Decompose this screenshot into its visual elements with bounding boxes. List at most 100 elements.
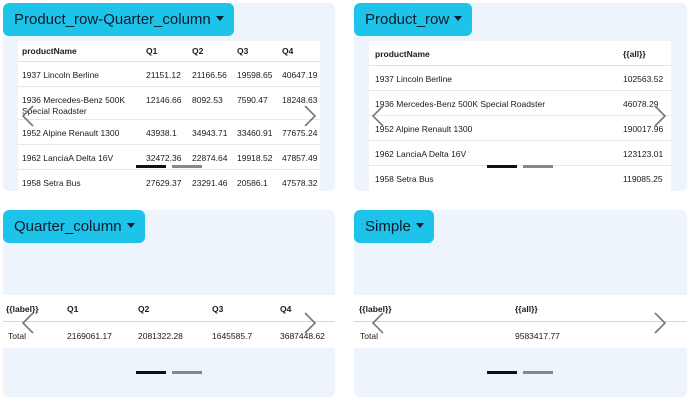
chevron-right-icon[interactable] (303, 312, 317, 334)
data-table: {{label}} Q1 Q2 Q3 Q4 Total 2169061.17 2… (3, 295, 335, 348)
caret-down-icon (454, 15, 463, 21)
chevron-left-icon[interactable] (21, 312, 35, 334)
table-cell: 102563.52 (623, 74, 664, 84)
layout-dropdown[interactable]: Quarter_column (3, 210, 145, 243)
chevron-right-icon[interactable] (303, 105, 317, 127)
table-cell: 1937 Lincoln Berline (22, 70, 100, 80)
table-cell: 119085.25 (623, 174, 663, 184)
table-cell: 12146.66 (146, 95, 182, 105)
table-cell: 23291.46 (192, 178, 228, 188)
column-header: {{all}} (515, 304, 538, 314)
table-header: {{label}} {{all}} (354, 295, 687, 322)
table-cell: 33460.91 (237, 128, 273, 138)
dropdown-label: Product_row (365, 11, 450, 28)
column-header: productName (375, 49, 430, 59)
table-cell: 34943.71 (192, 128, 228, 138)
table-cell: 21151.12 (146, 70, 181, 80)
dropdown-label: Quarter_column (14, 218, 122, 235)
caret-down-icon (126, 222, 135, 228)
layout-dropdown[interactable]: Simple (354, 210, 434, 243)
column-header: Q1 (67, 304, 79, 314)
table-cell: 40647.19 (282, 70, 318, 80)
table-cell: 1958 Setra Bus (375, 174, 434, 184)
carousel-dot-active[interactable] (136, 371, 166, 374)
table-cell: 1962 LanciaA Delta 16V (22, 153, 114, 163)
column-header: Q4 (282, 46, 294, 56)
chevron-left-icon[interactable] (371, 105, 385, 127)
table-row: 1952 Alpine Renault 1300 43938.1 34943.7… (18, 120, 320, 145)
table-cell: 123123.01 (623, 149, 664, 159)
chevron-right-icon[interactable] (653, 312, 667, 334)
carousel-dot[interactable] (523, 371, 553, 374)
table-row: 1936 Mercedes-Benz 500K Special Roadster… (18, 87, 320, 120)
table-cell: 21166.56 (192, 70, 227, 80)
carousel-dot[interactable] (172, 165, 202, 168)
panel-product-row: productName {{all}} 1937 Lincoln Berline… (354, 3, 687, 191)
table-header: {{label}} Q1 Q2 Q3 Q4 (3, 295, 335, 322)
table-cell: 19598.65 (237, 70, 273, 80)
carousel-dot-active[interactable] (136, 165, 166, 168)
panel-simple: {{label}} {{all}} Total 9583417.77 Simpl… (354, 210, 687, 397)
table-cell: 1936 Mercedes-Benz 500K Special Roadster (22, 95, 126, 116)
carousel-dot-active[interactable] (487, 165, 517, 168)
column-header: productName (22, 46, 77, 56)
table-cell: 2169061.17 (67, 331, 112, 341)
table-cell: 2081322.28 (138, 331, 183, 341)
table-cell: 22874.64 (192, 153, 228, 163)
table-cell: 1936 Mercedes-Benz 500K Special Roadster (375, 99, 546, 109)
column-header: Q3 (237, 46, 249, 56)
table-cell: 1645585.7 (212, 331, 253, 341)
table-cell: 47578.32 (282, 178, 318, 188)
table-header: productName Q1 Q2 Q3 Q4 (18, 41, 320, 62)
table-cell: 77675.24 (282, 128, 318, 138)
table-cell: 19918.52 (237, 153, 273, 163)
table-cell: 32472.36 (146, 153, 182, 163)
data-table: {{label}} {{all}} Total 9583417.77 (354, 295, 687, 348)
table-cell: 1952 Alpine Renault 1300 (22, 128, 120, 138)
table-row: 1962 LanciaA Delta 16V 123123.01 (369, 141, 671, 166)
table-cell: 8092.53 (192, 95, 223, 105)
table-cell: 9583417.77 (515, 331, 560, 341)
data-table: productName Q1 Q2 Q3 Q4 1937 Lincoln Ber… (18, 41, 320, 191)
table-row: 1958 Setra Bus 27629.37 23291.46 20586.1… (18, 170, 320, 191)
table-row: Total 9583417.77 (354, 322, 687, 348)
table-cell: 20586.1 (237, 178, 268, 188)
table-cell: 1958 Setra Bus (22, 178, 81, 188)
carousel-indicator (136, 371, 202, 374)
carousel-indicator (136, 165, 202, 168)
carousel-dot[interactable] (523, 165, 553, 168)
table-header: productName {{all}} (369, 41, 671, 66)
table-row: 1958 Setra Bus 119085.25 (369, 166, 671, 191)
column-header: {{all}} (623, 49, 646, 59)
caret-down-icon (215, 15, 224, 21)
table-row: 1937 Lincoln Berline 102563.52 (369, 66, 671, 91)
table-cell: 27629.37 (146, 178, 182, 188)
panel-product-row-quarter-column: productName Q1 Q2 Q3 Q4 1937 Lincoln Ber… (3, 3, 335, 191)
table-row: Total 2169061.17 2081322.28 1645585.7 36… (3, 322, 335, 348)
chevron-right-icon[interactable] (653, 105, 667, 127)
table-cell: 1962 LanciaA Delta 16V (375, 149, 467, 159)
data-table: productName {{all}} 1937 Lincoln Berline… (369, 41, 671, 191)
table-cell: 1952 Alpine Renault 1300 (375, 124, 473, 134)
table-row: 1936 Mercedes-Benz 500K Special Roadster… (369, 91, 671, 116)
column-header: Q1 (146, 46, 158, 56)
column-header: Q3 (212, 304, 224, 314)
chevron-left-icon[interactable] (371, 312, 385, 334)
layout-dropdown[interactable]: Product_row-Quarter_column (3, 3, 234, 36)
table-cell: 43938.1 (146, 128, 177, 138)
table-cell: 7590.47 (237, 95, 268, 105)
carousel-indicator (487, 371, 553, 374)
table-row: 1952 Alpine Renault 1300 190017.96 (369, 116, 671, 141)
carousel-indicator (487, 165, 553, 168)
table-row: 1937 Lincoln Berline 21151.12 21166.56 1… (18, 62, 320, 87)
table-cell: 1937 Lincoln Berline (375, 74, 453, 84)
caret-down-icon (415, 222, 424, 228)
carousel-dot-active[interactable] (487, 371, 517, 374)
column-header: Q2 (138, 304, 150, 314)
layout-dropdown[interactable]: Product_row (354, 3, 473, 36)
chevron-left-icon[interactable] (21, 105, 35, 127)
dropdown-label: Simple (365, 218, 411, 235)
column-header: Q2 (192, 46, 204, 56)
carousel-dot[interactable] (172, 371, 202, 374)
table-cell: 47857.49 (282, 153, 318, 163)
